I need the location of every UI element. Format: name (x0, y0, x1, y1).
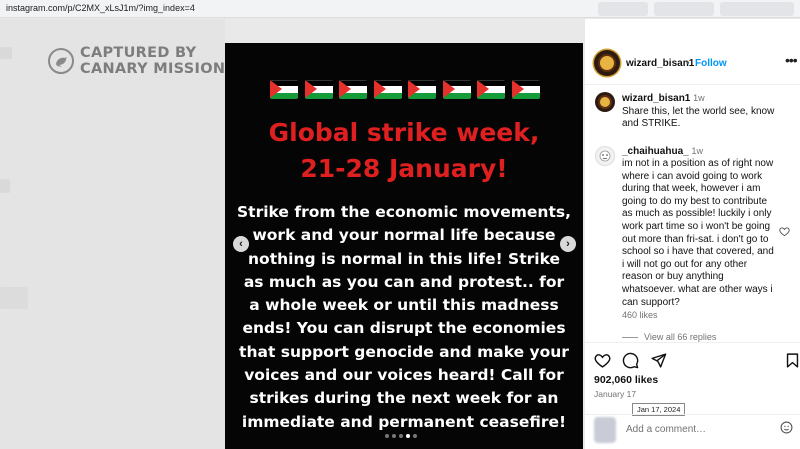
view-replies-label: View all 66 replies (644, 332, 717, 342)
carousel-dot (406, 434, 410, 438)
palestine-flag-icon (511, 80, 540, 99)
post-body-text: Strike from the economic movements, work… (237, 203, 571, 431)
avatar[interactable] (594, 50, 620, 76)
comment-time[interactable]: 1w (691, 146, 703, 156)
carousel-next-button[interactable]: › (560, 236, 576, 252)
header-separator: • (686, 58, 690, 69)
caption-text: Share this, let the world see, know and … (622, 105, 775, 130)
carousel-dot (385, 434, 389, 438)
carousel-dot (413, 434, 417, 438)
carousel-dot (399, 434, 403, 438)
caption-time[interactable]: 1w (693, 93, 705, 103)
caption-avatar[interactable] (595, 92, 615, 112)
browser-url-bar[interactable]: instagram.com/p/C2MX_xLsJ1m/?img_index=4 (0, 0, 800, 18)
ghost-element (0, 287, 28, 309)
headline-line1: Global strike week, (268, 118, 540, 147)
carousel-dot (392, 434, 396, 438)
palestine-flag-icon (339, 80, 368, 99)
comment-bubble-icon[interactable] (622, 352, 639, 369)
comment-likes[interactable]: 460 likes (622, 310, 658, 320)
post-date[interactable]: January 17 (594, 389, 636, 399)
comment-like-heart-icon[interactable] (779, 226, 790, 237)
palestine-flag-icon (477, 80, 506, 99)
watermark-line1: CAPTURED BY (80, 45, 197, 61)
post-headline: Global strike week, 21-28 January! (225, 115, 583, 187)
ghost-element (0, 47, 12, 59)
canary-bird-icon (48, 48, 74, 74)
background-page-left (0, 19, 225, 449)
palestine-flag-icon (373, 80, 402, 99)
more-horizontal-icon[interactable]: ••• (785, 52, 798, 68)
ghost-element (0, 179, 10, 193)
flag-row (270, 80, 540, 99)
save-bookmark-icon[interactable] (784, 352, 800, 369)
canary-mission-watermark: CAPTURED BY CANARY MISSION (48, 45, 225, 77)
headline-line2: 21-28 January! (300, 154, 508, 183)
post-image[interactable]: Global strike week, 21-28 January! Strik… (225, 43, 583, 449)
blurred-toolbar-item (720, 2, 794, 16)
follow-button[interactable]: Follow (695, 58, 727, 69)
view-replies-button[interactable]: View all 66 replies (622, 332, 716, 342)
palestine-flag-icon (304, 80, 333, 99)
url-text[interactable]: instagram.com/p/C2MX_xLsJ1m/?img_index=4 (6, 3, 195, 13)
blurred-user-avatar (594, 417, 616, 443)
comment-header: _chaihuahua_ 1w (622, 146, 703, 157)
watermark-line2: CANARY MISSION (80, 61, 226, 77)
carousel-prev-button[interactable]: ‹ (233, 236, 249, 252)
actions-divider (585, 342, 800, 343)
caption: wizard_bisan1 1w Share this, let the wor… (622, 92, 792, 131)
palestine-flag-icon (408, 80, 437, 99)
blurred-toolbar-item (654, 2, 714, 16)
like-heart-icon[interactable] (594, 352, 611, 369)
caption-username[interactable]: wizard_bisan1 (622, 93, 690, 104)
comment-avatar[interactable] (595, 146, 615, 166)
comment-username[interactable]: _chaihuahua_ (622, 146, 689, 157)
palestine-flag-icon (442, 80, 471, 99)
share-paper-plane-icon[interactable] (650, 352, 667, 369)
like-count[interactable]: 902,060 likes (594, 374, 658, 386)
header-username[interactable]: wizard_bisan1 (626, 58, 694, 69)
comment-text: im not in a position as of right now whe… (622, 158, 774, 308)
palestine-flag-icon (270, 80, 298, 99)
add-comment-input[interactable]: Add a comment… (626, 424, 706, 435)
blurred-toolbar-item (598, 2, 648, 16)
emoji-icon[interactable] (780, 421, 793, 434)
carousel-dots (385, 434, 417, 438)
